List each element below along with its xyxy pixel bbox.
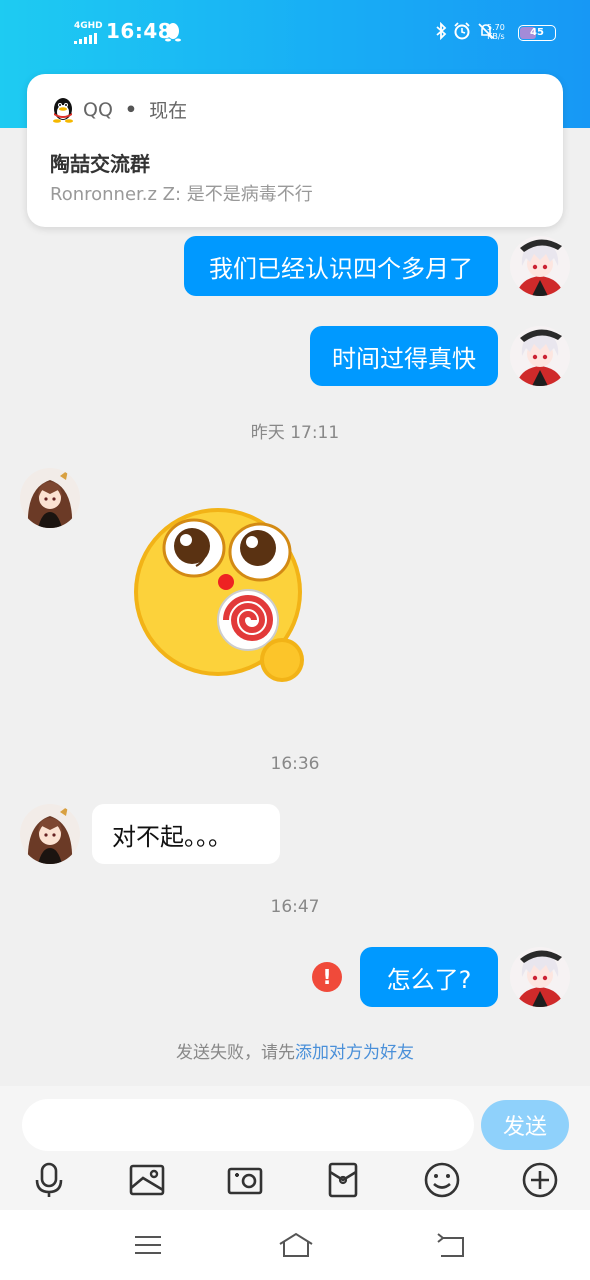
bluetooth-icon: [436, 22, 447, 40]
qq-penguin-icon: [165, 23, 181, 42]
send-button[interactable]: 发送: [481, 1100, 569, 1150]
send-failed-note: 发送失败，请先添加对方为好友: [0, 1038, 590, 1063]
lollipop-emoji-sticker[interactable]: [130, 502, 310, 690]
white-haired-avatar-icon: [510, 947, 570, 1007]
send-failed-text: 发送失败，请先: [176, 1043, 295, 1063]
outgoing-message-bubble[interactable]: 怎么了?: [360, 947, 498, 1007]
outgoing-message-bubble[interactable]: 我们已经认识四个多月了: [184, 236, 498, 296]
message-timestamp: 16:36: [270, 754, 320, 774]
system-navigation-bar: [0, 1210, 590, 1280]
back-icon[interactable]: [433, 1230, 467, 1260]
message-timestamp: 16:47: [270, 897, 320, 917]
outgoing-message-bubble[interactable]: 时间过得真快: [310, 326, 498, 386]
my-avatar[interactable]: [510, 947, 570, 1007]
friend-avatar[interactable]: [20, 468, 80, 528]
notification-body: Ronronner.z Z: 是不是病毒不行: [50, 184, 313, 205]
image-icon[interactable]: [127, 1160, 167, 1200]
brown-haired-avatar-icon: [20, 468, 80, 528]
battery-indicator: 45: [518, 25, 556, 41]
network-speed: 5.70 KB/s: [487, 23, 505, 41]
network-speed-unit: KB/s: [487, 32, 505, 41]
friend-avatar[interactable]: [20, 804, 80, 864]
white-haired-avatar-icon: [510, 326, 570, 386]
signal-bars-icon: [74, 33, 102, 44]
emoji-icon[interactable]: [422, 1160, 462, 1200]
red-packet-icon[interactable]: [323, 1160, 363, 1200]
network-indicator: 4GHD: [74, 21, 103, 44]
message-timestamp: 昨天 17:11: [250, 423, 340, 443]
qq-notification-card[interactable]: QQ • 现在 陶喆交流群 Ronronner.z Z: 是不是病毒不行: [27, 74, 563, 227]
notification-app-name: QQ: [83, 98, 113, 121]
microphone-icon[interactable]: [29, 1160, 69, 1200]
message-input[interactable]: [22, 1099, 474, 1151]
white-haired-avatar-icon: [510, 236, 570, 296]
my-avatar[interactable]: [510, 326, 570, 386]
message-input-area: 发送: [0, 1086, 590, 1210]
network-speed-value: 5.70: [487, 23, 505, 32]
camera-icon[interactable]: [225, 1160, 265, 1200]
my-avatar[interactable]: [510, 236, 570, 296]
battery-level-label: 45: [530, 27, 544, 38]
status-bar: 4GHD 16:48 5.70 KB/s 45: [0, 0, 590, 64]
network-type-label: 4GHD: [74, 21, 103, 31]
qq-app-icon: [53, 97, 73, 123]
status-time: 16:48: [106, 19, 173, 43]
alarm-icon: [454, 22, 470, 40]
send-failed-icon[interactable]: !: [312, 962, 342, 992]
notification-title: 陶喆交流群: [50, 152, 150, 176]
brown-haired-avatar-icon: [20, 804, 80, 864]
plus-icon[interactable]: [520, 1160, 560, 1200]
home-icon[interactable]: [277, 1230, 315, 1260]
menu-icon[interactable]: [131, 1230, 165, 1260]
notification-time: 现在: [149, 100, 188, 122]
incoming-message-bubble[interactable]: 对不起。。。: [92, 804, 280, 864]
notification-separator: •: [124, 98, 138, 121]
add-friend-link[interactable]: 添加对方为好友: [295, 1043, 414, 1063]
